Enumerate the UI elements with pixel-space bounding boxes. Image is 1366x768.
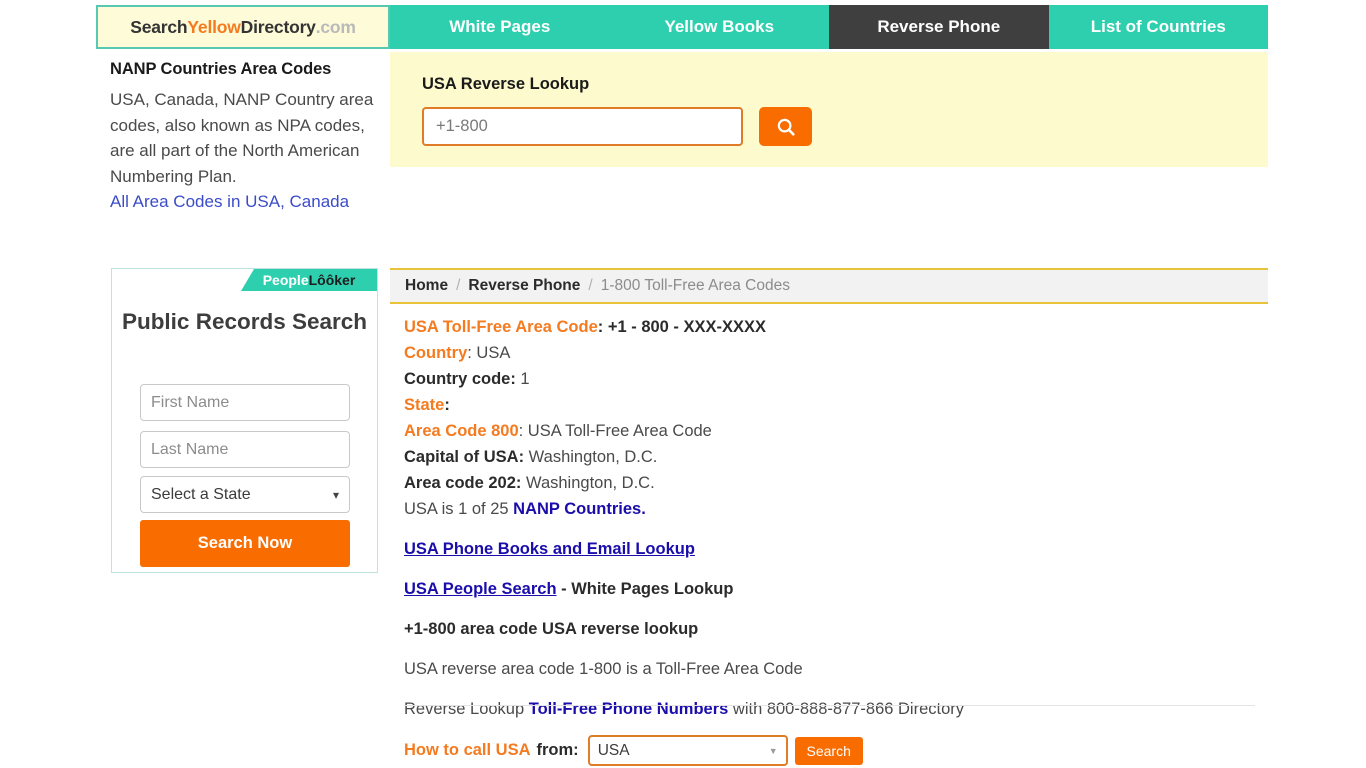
country-select[interactable]: USA ▼ [587,735,788,766]
label-area-code-800: Area Code 800 [404,422,519,440]
site-logo[interactable]: Search Yellow Directory .com [96,5,390,49]
label-capital: Capital of USA: [404,448,525,466]
nav-item-white-pages[interactable]: White Pages [390,5,610,49]
breadcrumb-reverse-phone[interactable]: Reverse Phone [468,277,580,295]
toll-free-phone-numbers-link[interactable]: Toll-Free Phone Numbers [529,700,729,718]
people-looker-brand: People Lôôker [241,269,377,291]
logo-text-search: Search [130,16,188,37]
people-looker-widget: PeopleLôôker Public Records Search Selec… [111,268,378,573]
breadcrumb-separator-2: / [588,277,593,294]
state-select[interactable]: Select a State ▾ [140,476,350,513]
people-search-suffix: - White Pages Lookup [556,580,734,598]
sidebar-intro: NANP Countries Area Codes USA, Canada, N… [110,60,385,215]
row-toll-free-directory: Reverse Lookup Toll-Free Phone Numbers w… [404,696,1266,722]
value-toll-free-number: : +1 - 800 - XXX-XXXX [597,318,767,336]
row-nanp-countries: USA is 1 of 25 NANP Countries. [404,496,1266,522]
site-header: Search Yellow Directory .com White Pages Ye… [96,5,1268,49]
text-nanp-prefix: USA is 1 of 25 [404,500,514,518]
breadcrumb-home[interactable]: Home [405,277,448,295]
breadcrumb: Home / Reverse Phone / 1-800 Toll-Free A… [390,268,1268,304]
search-icon [777,118,795,136]
main-content: USA Toll-Free Area Code: +1 - 800 - XXX-… [404,314,1266,722]
value-country-code: 1 [515,370,530,388]
row-phone-books: USA Phone Books and Email Lookup [404,536,1266,562]
chevron-down-icon: ▾ [332,487,339,502]
reverse-lookup-search-button[interactable] [759,107,812,146]
label-state: State [404,396,445,414]
label-country-code: Country code: [404,370,516,388]
sidebar-title: NANP Countries Area Codes [110,60,332,78]
how-to-call-from-label: from: [536,741,579,759]
nav-item-yellow-books[interactable]: Yellow Books [610,5,830,49]
reverse-lookup-heading: +1-800 area code USA reverse lookup [404,620,699,638]
sidebar-body: USA, Canada, NANP Country area codes, al… [110,90,374,186]
phone-books-email-lookup-link[interactable]: USA Phone Books and Email Lookup [404,540,695,558]
value-country: : USA [467,344,511,362]
row-capital: Capital of USA: Washington, D.C. [404,444,1266,470]
row-state: State: [404,392,1266,418]
row-area-code: Area Code 800: USA Toll-Free Area Code [404,418,1266,444]
brand-text-people: People [262,272,309,288]
nanp-countries-link[interactable]: NANP Countries. [513,500,646,518]
row-reverse-lookup-bold: +1-800 area code USA reverse lookup [404,616,1266,642]
how-to-call-search-button[interactable]: Search [794,736,863,765]
value-capital: Washington, D.C. [524,448,658,466]
row-area-code-202: Area code 202: Washington, D.C. [404,470,1266,496]
nav-item-reverse-phone[interactable]: Reverse Phone [829,5,1049,49]
brand-text-looker: Lôôker [308,272,356,288]
reverse-lookup-panel: USA Reverse Lookup [390,52,1268,167]
toll-free-suffix: with 800-888-877-866 Directory [728,700,965,718]
state-select-value: Select a State [151,485,251,503]
reverse-area-description: USA reverse area code 1-800 is a Toll-Fr… [404,660,803,678]
how-to-call-label: How to call USA [404,741,531,759]
public-records-title: Public Records Search [121,309,368,334]
how-to-call-row: How to call USA from: USA ▼ Search [404,735,863,766]
first-name-input[interactable] [140,384,350,421]
usa-people-search-link[interactable]: USA People Search [404,580,557,598]
nav-item-list-of-countries[interactable]: List of Countries [1049,5,1269,49]
breadcrumb-separator-1: / [456,277,461,294]
label-toll-free-area-code: USA Toll-Free Area Code [404,318,598,336]
reverse-lookup-input[interactable] [422,107,743,146]
row-people-search: USA People Search - White Pages Lookup [404,576,1266,602]
logo-text-com: .com [315,16,356,37]
last-name-input[interactable] [140,431,350,468]
sidebar-area-codes-link[interactable]: All Area Codes in USA, Canada [110,189,385,215]
content-divider [404,705,1255,706]
triangle-down-icon: ▼ [768,745,778,756]
logo-text-directory: Directory [240,16,316,37]
breadcrumb-current: 1-800 Toll-Free Area Codes [600,277,790,294]
row-reverse-area-text: USA reverse area code 1-800 is a Toll-Fr… [404,656,1266,682]
country-select-value: USA [597,741,630,759]
toll-free-prefix: Reverse Lookup [404,700,529,718]
value-state: : [444,396,450,414]
search-now-button[interactable]: Search Now [140,520,350,567]
label-area-code-202: Area code 202: [404,474,522,492]
value-area-code-202: Washington, D.C. [521,474,655,492]
row-country: Country: USA [404,340,1266,366]
value-area-code-800: : USA Toll-Free Area Code [518,422,712,440]
page-root: Search Yellow Directory .com White Pages Ye… [0,0,1366,768]
reverse-lookup-title: USA Reverse Lookup [422,75,590,93]
label-country: Country [404,344,468,362]
row-toll-free-heading: USA Toll-Free Area Code: +1 - 800 - XXX-… [404,314,1266,340]
row-country-code: Country code: 1 [404,366,1266,392]
logo-text-yellow: Yellow [187,16,241,37]
